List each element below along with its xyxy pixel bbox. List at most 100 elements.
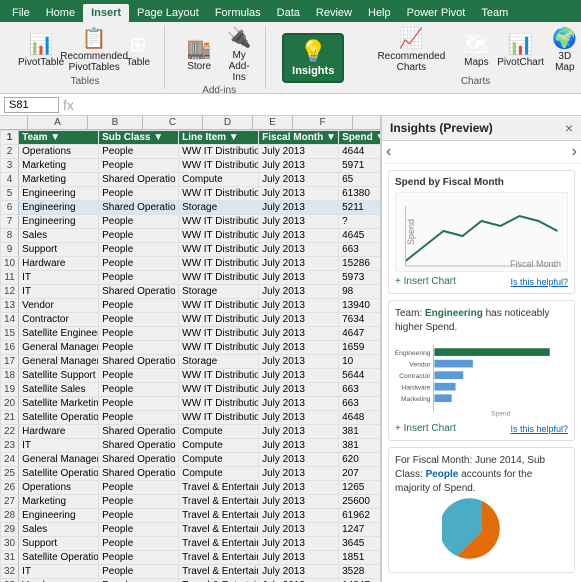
- cell-team[interactable]: IT: [19, 271, 99, 285]
- table-row[interactable]: 8 Sales People WW IT Distributions July …: [1, 229, 382, 243]
- cell-spend[interactable]: 3645: [339, 537, 381, 551]
- cell-sub[interactable]: Shared Operatio: [99, 425, 179, 439]
- table-row[interactable]: 19 Satellite Sales People WW IT Distribu…: [1, 383, 382, 397]
- cell-line[interactable]: WW IT Distributions: [179, 215, 259, 229]
- cell-sub[interactable]: People: [99, 215, 179, 229]
- cell-team[interactable]: Operations: [19, 481, 99, 495]
- table-row[interactable]: 31 Satellite Operations People Travel & …: [1, 551, 382, 565]
- cell-month[interactable]: July 2013: [259, 355, 339, 369]
- cell-line[interactable]: Storage: [179, 201, 259, 215]
- cell-line[interactable]: Compute: [179, 173, 259, 187]
- cell-team[interactable]: IT: [19, 565, 99, 579]
- cell-team[interactable]: IT: [19, 439, 99, 453]
- cell-team[interactable]: Satellite Operations: [19, 551, 99, 565]
- cell-spend[interactable]: 381: [339, 439, 381, 453]
- cell-spend[interactable]: 4644: [339, 145, 381, 159]
- cell-sub[interactable]: People: [99, 565, 179, 579]
- tab-data[interactable]: Data: [269, 4, 308, 22]
- cell-month[interactable]: July 2013: [259, 411, 339, 425]
- table-row[interactable]: 15 Satellite Engineering People WW IT Di…: [1, 327, 382, 341]
- cell-sub[interactable]: People: [99, 299, 179, 313]
- tab-help[interactable]: Help: [360, 4, 399, 22]
- cell-team[interactable]: Contractor: [19, 313, 99, 327]
- cell-sub[interactable]: People: [99, 481, 179, 495]
- cell-line[interactable]: Travel & Entertainme: [179, 481, 259, 495]
- panel-nav-left[interactable]: ‹: [386, 143, 391, 161]
- table-row[interactable]: 20 Satellite Marketing People WW IT Dist…: [1, 397, 382, 411]
- table-row[interactable]: 4 Marketing Shared Operatio Compute July…: [1, 173, 382, 187]
- cell-sub[interactable]: Shared Operatio: [99, 439, 179, 453]
- cell-line[interactable]: Compute: [179, 439, 259, 453]
- table-row[interactable]: 27 Marketing People Travel & Entertainme…: [1, 495, 382, 509]
- cell-line[interactable]: WW IT Distributions: [179, 187, 259, 201]
- table-row[interactable]: 6 Engineering Shared Operatio Storage Ju…: [1, 201, 382, 215]
- cell-spend[interactable]: 4648: [339, 411, 381, 425]
- cell-team[interactable]: Satellite Marketing: [19, 397, 99, 411]
- table-row[interactable]: 10 Hardware People WW IT Distributions J…: [1, 257, 382, 271]
- table-row[interactable]: 33 Vendor People Travel & Entertainme Ju…: [1, 579, 382, 582]
- table-row[interactable]: 28 Engineering People Travel & Entertain…: [1, 509, 382, 523]
- cell-team[interactable]: IT: [19, 285, 99, 299]
- cell-team[interactable]: Satellite Sales: [19, 383, 99, 397]
- cell-line[interactable]: WW IT Distributions: [179, 313, 259, 327]
- table-row[interactable]: 18 Satellite Support People WW IT Distri…: [1, 369, 382, 383]
- cell-team[interactable]: Hardware: [19, 425, 99, 439]
- cell-month[interactable]: July 2013: [259, 509, 339, 523]
- 3dmap-button[interactable]: 🌍 3D Map: [547, 27, 581, 75]
- cell-month[interactable]: July 2013: [259, 565, 339, 579]
- table-row[interactable]: 5 Engineering People WW IT Distributions…: [1, 187, 382, 201]
- cell-spend[interactable]: 663: [339, 383, 381, 397]
- table-row[interactable]: 21 Satellite Operations People WW IT Dis…: [1, 411, 382, 425]
- cell-line[interactable]: Travel & Entertainme: [179, 537, 259, 551]
- insights-panel-close-button[interactable]: ×: [565, 120, 573, 136]
- cell-month[interactable]: July 2013: [259, 201, 339, 215]
- cell-team[interactable]: Hardware: [19, 257, 99, 271]
- cell-month[interactable]: July 2013: [259, 173, 339, 187]
- cell-month[interactable]: July 2013: [259, 271, 339, 285]
- cell-spend[interactable]: 7634: [339, 313, 381, 327]
- cell-team[interactable]: General Management: [19, 341, 99, 355]
- cell-team[interactable]: Satellite Operations: [19, 467, 99, 481]
- cell-line[interactable]: Travel & Entertainme: [179, 509, 259, 523]
- table-row[interactable]: 26 Operations People Travel & Entertainm…: [1, 481, 382, 495]
- cell-month[interactable]: July 2013: [259, 313, 339, 327]
- cell-team[interactable]: Support: [19, 243, 99, 257]
- table-row[interactable]: 13 Vendor People WW IT Distributions Jul…: [1, 299, 382, 313]
- cell-line[interactable]: WW IT Distributions: [179, 299, 259, 313]
- cell-spend[interactable]: 61962: [339, 509, 381, 523]
- cell-spend[interactable]: 1851: [339, 551, 381, 565]
- cell-sub[interactable]: Shared Operatio: [99, 201, 179, 215]
- cell-sub[interactable]: People: [99, 243, 179, 257]
- cell-sub[interactable]: People: [99, 145, 179, 159]
- cell-month[interactable]: July 2013: [259, 495, 339, 509]
- tab-insert[interactable]: Insert: [83, 4, 129, 22]
- cell-month[interactable]: July 2013: [259, 551, 339, 565]
- cell-line[interactable]: Travel & Entertainme: [179, 579, 259, 582]
- cell-team[interactable]: Satellite Support: [19, 369, 99, 383]
- cell-line[interactable]: Travel & Entertainme: [179, 565, 259, 579]
- tab-file[interactable]: File: [4, 4, 38, 22]
- cell-month[interactable]: July 2013: [259, 453, 339, 467]
- cell-team[interactable]: Engineering: [19, 215, 99, 229]
- table-row[interactable]: 22 Hardware Shared Operatio Compute July…: [1, 425, 382, 439]
- recommended-pivottables-button[interactable]: 📋 Recommended PivotTables: [72, 27, 116, 75]
- tab-formulas[interactable]: Formulas: [207, 4, 269, 22]
- cell-month[interactable]: July 2013: [259, 481, 339, 495]
- insert-chart-btn-2[interactable]: + Insert Chart: [395, 423, 456, 434]
- cell-team[interactable]: General Management: [19, 453, 99, 467]
- cell-line[interactable]: Compute: [179, 467, 259, 481]
- cell-sub[interactable]: People: [99, 257, 179, 271]
- cell-team[interactable]: General Management: [19, 355, 99, 369]
- cell-sub[interactable]: People: [99, 551, 179, 565]
- cell-sub[interactable]: Shared Operatio: [99, 453, 179, 467]
- cell-sub[interactable]: People: [99, 579, 179, 582]
- cell-sub[interactable]: People: [99, 397, 179, 411]
- my-addins-button[interactable]: 🔌 My Add-Ins: [221, 26, 257, 85]
- insights-button[interactable]: 💡 Insights: [282, 33, 344, 83]
- table-row[interactable]: 7 Engineering People WW IT Distributions…: [1, 215, 382, 229]
- cell-month[interactable]: July 2013: [259, 397, 339, 411]
- cell-month[interactable]: July 2013: [259, 187, 339, 201]
- cell-month[interactable]: July 2013: [259, 159, 339, 173]
- helpful-link-2[interactable]: Is this helpful?: [510, 424, 568, 434]
- cell-sub[interactable]: People: [99, 369, 179, 383]
